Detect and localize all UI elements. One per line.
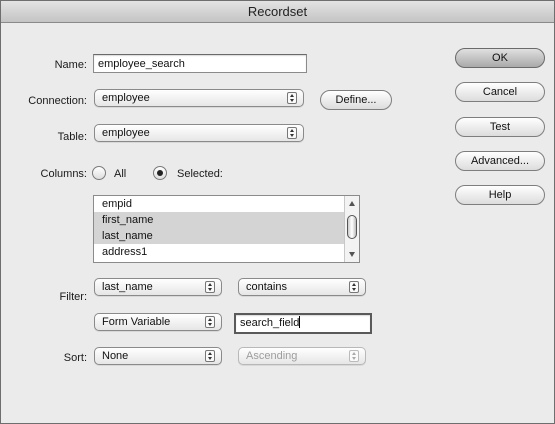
columns-list[interactable]: empid first_name last_name address1 [93,195,360,263]
sort-label: Sort: [63,352,87,364]
filter-operator-value: contains [246,281,287,293]
popup-arrows-icon [287,127,297,139]
sort-column-select[interactable]: None [94,347,222,365]
filter-operator-select[interactable]: contains [238,278,366,296]
popup-arrows-icon [287,92,297,104]
table-select-value: employee [102,127,150,139]
recordset-dialog: Recordset Name: employee_search Connecti… [0,0,555,424]
test-button[interactable]: Test [455,117,545,137]
list-item[interactable]: empid [94,196,344,212]
popup-arrows-icon [205,316,215,328]
popup-arrows-icon [349,350,359,362]
filter-value-text: search_field [240,317,300,329]
list-item[interactable]: last_name [94,228,344,244]
scroll-down-arrow-icon[interactable] [349,252,355,257]
connection-select-value: employee [102,92,150,104]
name-field[interactable]: employee_search [93,54,307,73]
columns-scrollbar[interactable] [344,196,359,262]
filter-value-field[interactable]: search_field [234,313,372,334]
sort-column-value: None [102,350,129,362]
filter-column-value: last_name [102,281,153,293]
scroll-up-arrow-icon[interactable] [349,201,355,206]
columns-all-label: All [114,168,127,180]
columns-selected-radio[interactable] [153,166,167,180]
name-label: Name: [54,59,87,71]
sort-order-select[interactable]: Ascending [238,347,366,365]
list-item[interactable]: address1 [94,244,344,260]
columns-selected-label: Selected: [177,168,223,180]
window-title: Recordset [1,1,554,23]
define-button[interactable]: Define... [320,90,392,110]
popup-arrows-icon [349,281,359,293]
list-item[interactable]: first_name [94,212,344,228]
table-label: Table: [57,131,87,143]
filter-source-select[interactable]: Form Variable [94,313,222,331]
sort-order-value: Ascending [246,350,298,362]
text-caret [299,316,301,328]
columns-label: Columns: [40,168,87,180]
ok-button[interactable]: OK [455,48,545,68]
filter-column-select[interactable]: last_name [94,278,222,296]
popup-arrows-icon [205,350,215,362]
table-select[interactable]: employee [94,124,304,142]
filter-label: Filter: [59,291,88,303]
scroll-thumb[interactable] [347,215,357,239]
connection-label: Connection: [28,95,87,107]
connection-select[interactable]: employee [94,89,304,107]
popup-arrows-icon [205,281,215,293]
filter-source-value: Form Variable [102,316,171,328]
columns-all-radio[interactable] [92,166,106,180]
advanced-button[interactable]: Advanced... [455,151,545,171]
help-button[interactable]: Help [455,185,545,205]
cancel-button[interactable]: Cancel [455,82,545,102]
